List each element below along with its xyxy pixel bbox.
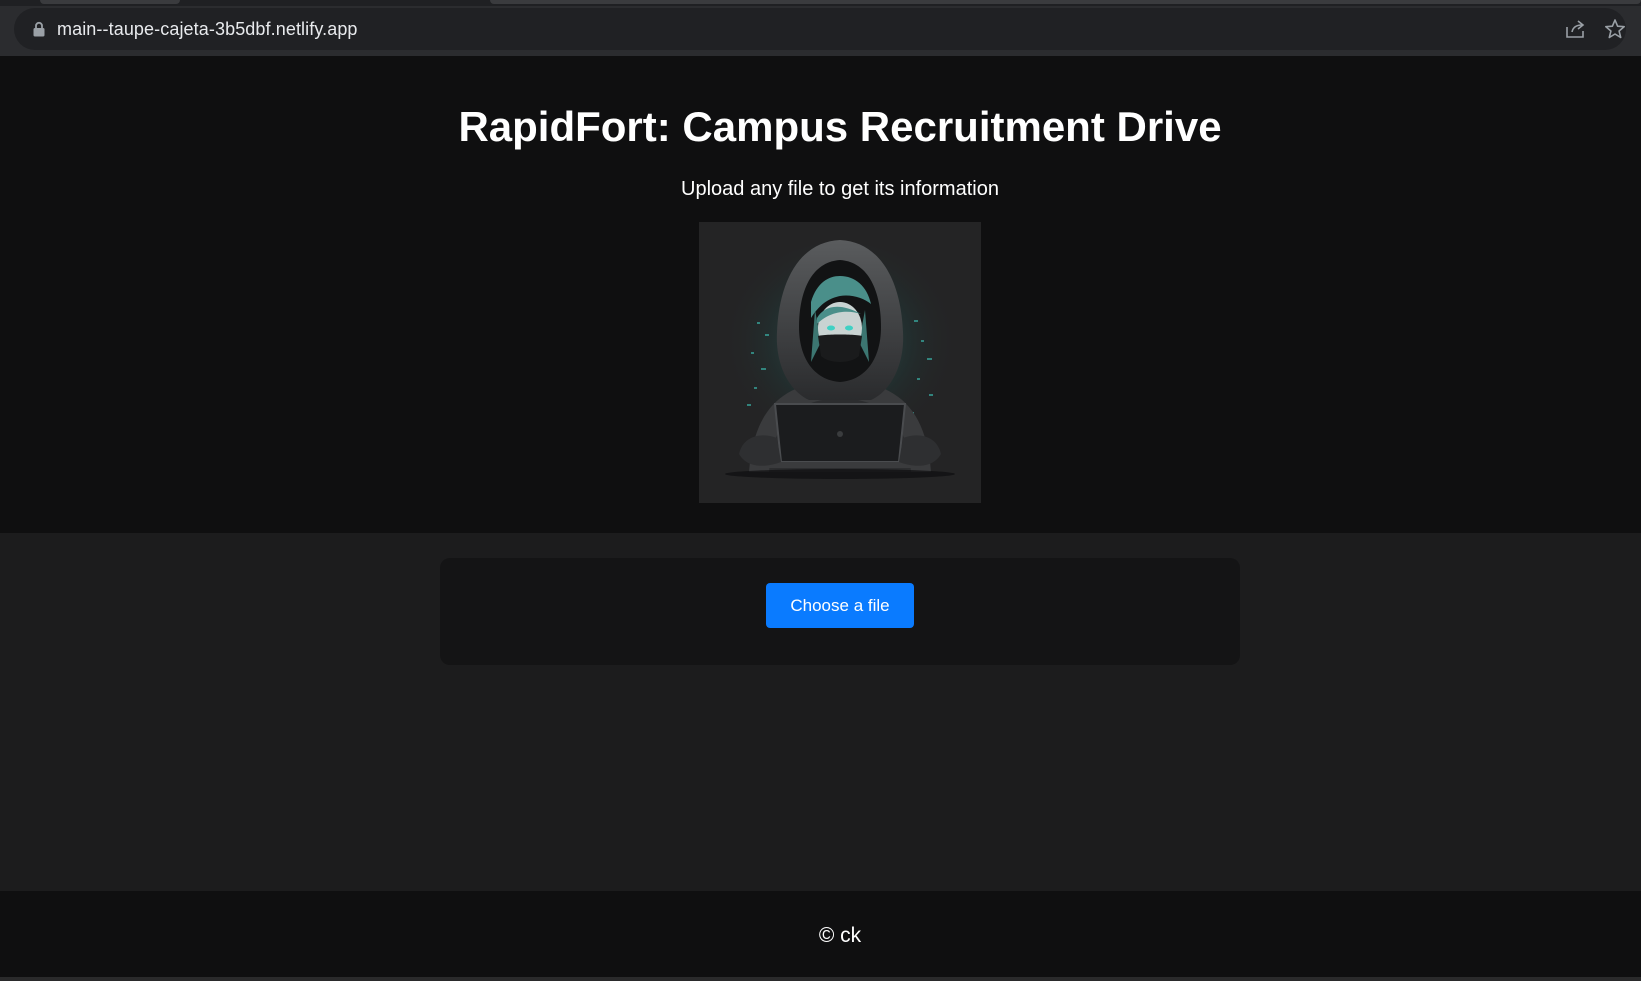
window-bottom-edge [0,977,1641,981]
page-subtitle: Upload any file to get its information [681,178,999,200]
tab-strip [0,0,1641,6]
lock-icon [33,21,45,37]
choose-file-button[interactable]: Choose a file [766,583,914,628]
share-icon[interactable] [1564,19,1586,39]
star-icon[interactable] [1604,18,1626,40]
footer-copyright: © ck [818,924,862,947]
main-content: Choose a file [0,533,1641,891]
tab-edge [490,0,1641,4]
hacker-illustration [699,222,981,503]
page-title: RapidFort: Campus Recruitment Drive [458,103,1222,150]
upload-card: Choose a file [440,558,1240,665]
address-bar[interactable]: main--taupe-cajeta-3b5dbf.netlify.app [14,8,1626,50]
hacker-illustration-svg [699,222,981,503]
url-text[interactable]: main--taupe-cajeta-3b5dbf.netlify.app [57,19,358,40]
tab-edge [40,0,180,4]
page-header: RapidFort: Campus Recruitment Drive Uplo… [0,56,1641,533]
page-footer: © ck [0,891,1641,977]
browser-toolbar: main--taupe-cajeta-3b5dbf.netlify.app [0,0,1641,56]
